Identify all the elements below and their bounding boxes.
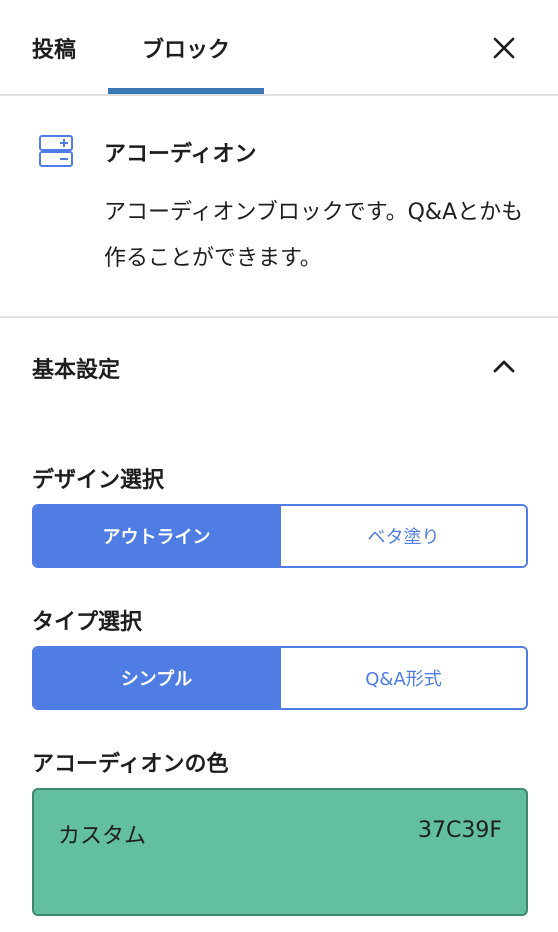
close-button[interactable] — [484, 28, 524, 68]
block-description: アコーディオンブロックです。Q&Aとかも作ることができます。 — [104, 200, 524, 271]
type-option-simple[interactable]: シンプル — [34, 648, 279, 708]
color-name: カスタム — [58, 824, 147, 849]
type-toggle-group: シンプル Q&A形式 — [32, 646, 528, 710]
active-tab-indicator — [108, 88, 264, 94]
tab-block-label: ブロック — [141, 38, 230, 63]
type-option-qa[interactable]: Q&A形式 — [279, 648, 526, 708]
tab-post[interactable]: 投稿 — [14, 0, 94, 96]
block-settings-sidebar: 投稿 ブロック アコーディオン アコーディオンブロックです。Q&Aとかも作ること… — [0, 0, 558, 932]
design-option-outline[interactable]: アウトライン — [34, 506, 279, 566]
sidebar-tabs: 投稿 ブロック — [0, 0, 558, 96]
type-select-label: タイプ選択 — [32, 610, 143, 635]
panel-title: 基本設定 — [32, 358, 121, 383]
accordion-color-label: アコーディオンの色 — [32, 752, 229, 777]
chevron-up-icon[interactable] — [490, 352, 518, 380]
accordion-block-icon — [39, 135, 73, 167]
design-option-filled[interactable]: ベタ塗り — [279, 506, 526, 566]
design-select-label: デザイン選択 — [32, 468, 165, 493]
accordion-color-swatch[interactable]: カスタム 37C39F — [32, 788, 528, 916]
color-hex-value: 37C39F — [417, 818, 502, 843]
block-card: アコーディオン アコーディオンブロックです。Q&Aとかも作ることができます。 — [0, 96, 558, 318]
tab-block[interactable]: ブロック — [108, 0, 264, 96]
close-icon — [493, 37, 515, 59]
block-title: アコーディオン — [104, 142, 257, 167]
tab-post-label: 投稿 — [31, 38, 76, 63]
design-toggle-group: アウトライン ベタ塗り — [32, 504, 528, 568]
panel-basic-settings-header[interactable]: 基本設定 — [0, 318, 558, 414]
